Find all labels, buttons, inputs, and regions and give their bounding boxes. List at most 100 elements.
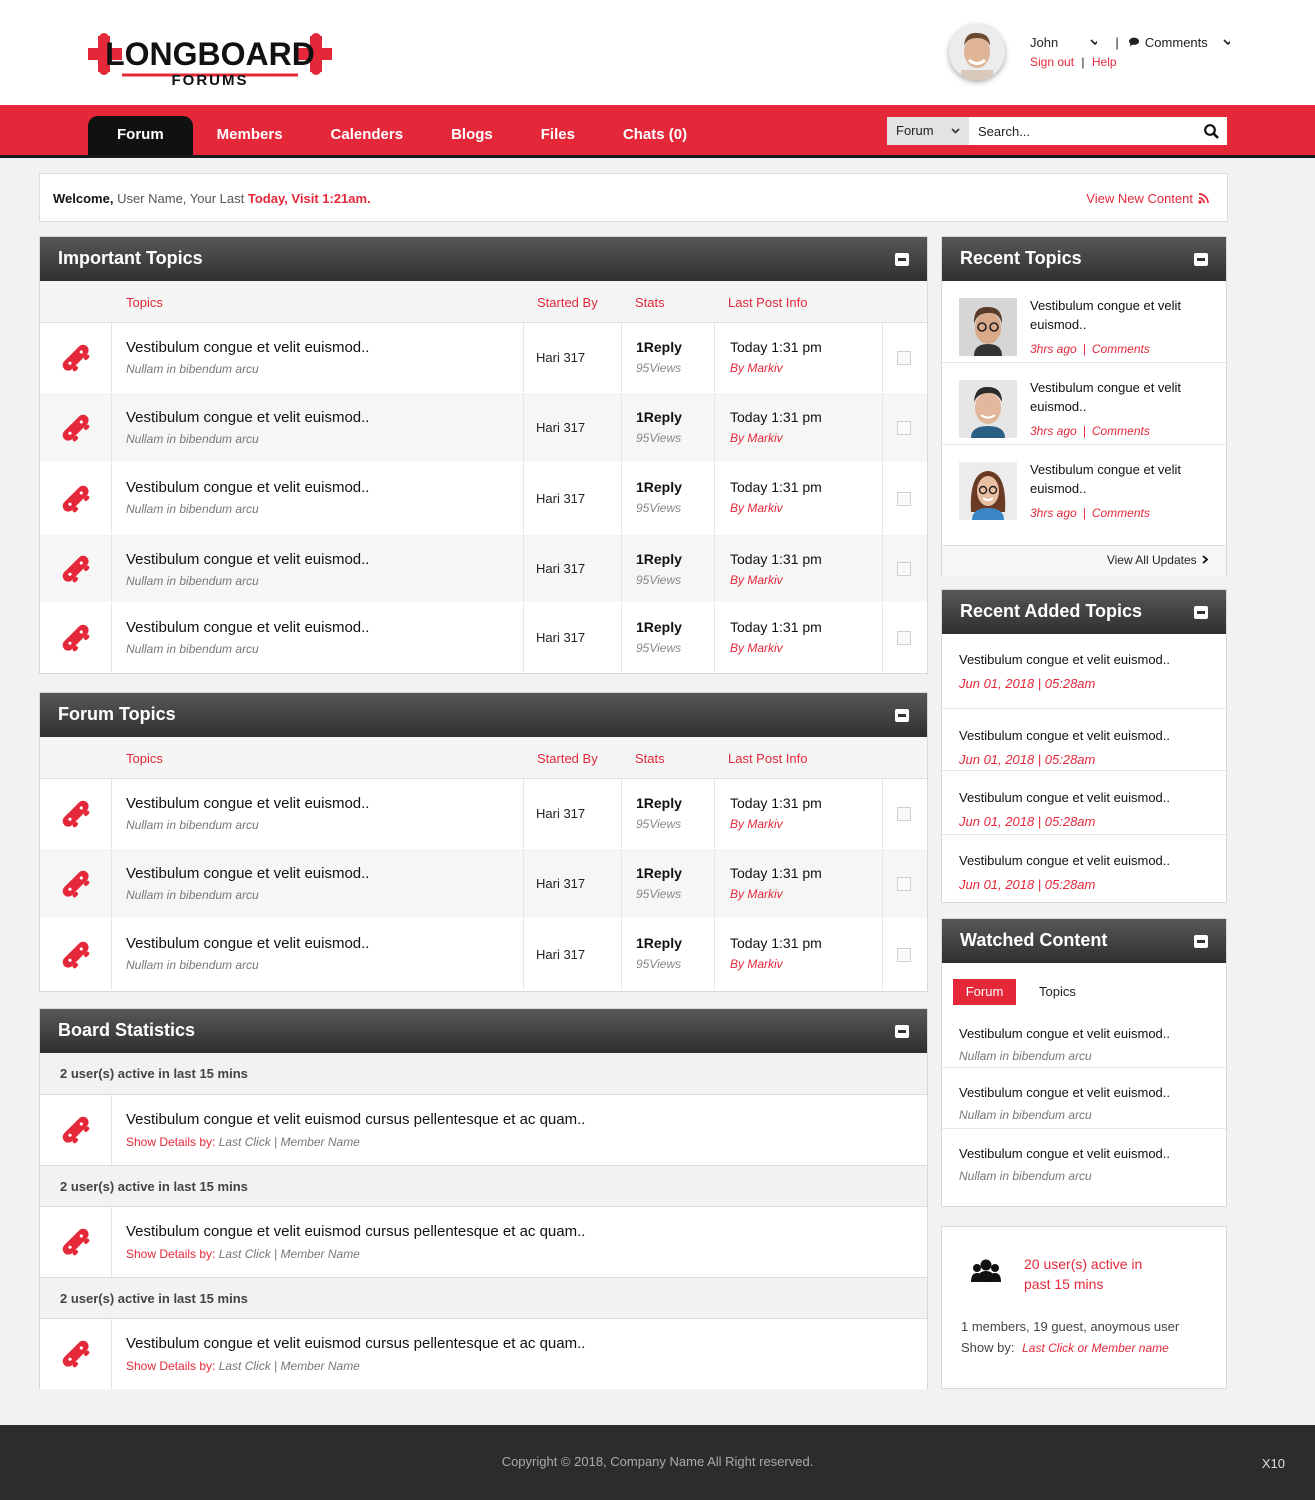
row-checkbox[interactable]	[897, 876, 911, 891]
collapse-icon[interactable]	[895, 709, 909, 722]
row-checkbox[interactable]	[897, 630, 911, 645]
row-checkbox[interactable]	[897, 806, 911, 821]
collapse-icon[interactable]	[895, 1025, 909, 1038]
collapse-icon[interactable]	[895, 253, 909, 266]
topic-title[interactable]: Vestibulum congue et velit euismod..	[126, 865, 369, 882]
list-item[interactable]: Vestibulum congue et velit euismod.. Null…	[942, 1068, 1226, 1129]
added-topic-title[interactable]: Vestibulum congue et velit euismod..	[959, 652, 1226, 667]
started-by-name[interactable]: Hari 317	[536, 876, 585, 891]
show-by-link[interactable]: Last Click or Member name	[1022, 1341, 1169, 1355]
topic-title[interactable]: Vestibulum congue et velit euismod..	[126, 339, 369, 356]
col-topics[interactable]: Topics	[126, 295, 163, 310]
nav-tab-files[interactable]: Files	[517, 116, 599, 155]
last-post-author[interactable]: By Markiv	[730, 957, 882, 971]
started-by-name[interactable]: Hari 317	[536, 630, 585, 645]
list-item[interactable]: Vestibulum congue et velit euismod.. Jun …	[942, 634, 1226, 709]
show-details-options[interactable]: Last Click | Member Name	[215, 1247, 360, 1261]
started-by-name[interactable]: Hari 317	[536, 806, 585, 821]
col-stats[interactable]: Stats	[635, 751, 665, 766]
site-logo[interactable]: LONGBOARD FORUMS	[86, 32, 334, 90]
table-row[interactable]: Vestibulum congue et velit euismod.. Null…	[40, 849, 927, 919]
started-by-name[interactable]: Hari 317	[536, 947, 585, 962]
collapse-icon[interactable]	[1194, 935, 1208, 948]
stat-title[interactable]: Vestibulum congue et velit euismod cursu…	[126, 1335, 585, 1352]
username-dropdown[interactable]: John	[1030, 35, 1058, 50]
topic-title[interactable]: Vestibulum congue et velit euismod..	[126, 935, 369, 952]
tab-forum[interactable]: Forum	[953, 979, 1016, 1005]
view-new-content-link[interactable]: View New Content	[1086, 191, 1209, 206]
tab-topics[interactable]: Topics	[1039, 979, 1076, 1005]
stat-title[interactable]: Vestibulum congue et velit euismod cursu…	[126, 1223, 585, 1240]
table-row[interactable]: Vestibulum congue et velit euismod.. Null…	[40, 463, 927, 535]
watched-title[interactable]: Vestibulum congue et velit euismod..	[959, 1085, 1226, 1100]
nav-tab-blogs[interactable]: Blogs	[427, 116, 517, 155]
topic-title[interactable]: Vestibulum congue et velit euismod..	[126, 619, 369, 636]
row-checkbox[interactable]	[897, 947, 911, 962]
comments-dropdown[interactable]: Comments	[1145, 35, 1208, 50]
last-post-author[interactable]: By Markiv	[730, 501, 882, 515]
watched-title[interactable]: Vestibulum congue et velit euismod..	[959, 1146, 1226, 1161]
row-checkbox[interactable]	[897, 420, 911, 435]
chevron-down-icon[interactable]	[1223, 39, 1230, 45]
user-avatar[interactable]	[949, 24, 1005, 80]
search-scope-select[interactable]: Forum	[887, 117, 969, 145]
search-input[interactable]	[969, 117, 1195, 145]
added-topic-title[interactable]: Vestibulum congue et velit euismod..	[959, 790, 1226, 805]
sign-out-link[interactable]: Sign out	[1030, 55, 1074, 69]
col-last-post[interactable]: Last Post Info	[728, 751, 808, 766]
comments-link[interactable]: Comments	[1092, 506, 1150, 520]
started-by-name[interactable]: Hari 317	[536, 491, 585, 506]
topic-title[interactable]: Vestibulum congue et velit euismod..	[126, 551, 369, 568]
table-row[interactable]: Vestibulum congue et velit euismod.. Null…	[40, 535, 927, 603]
last-post-author[interactable]: By Markiv	[730, 361, 882, 375]
row-checkbox[interactable]	[897, 350, 911, 365]
show-details-label[interactable]: Show Details by:	[126, 1359, 215, 1373]
avatar[interactable]	[959, 380, 1017, 438]
show-details-options[interactable]: Last Click | Member Name	[215, 1359, 360, 1373]
avatar[interactable]	[959, 298, 1017, 356]
help-link[interactable]: Help	[1092, 55, 1117, 69]
topic-title[interactable]: Vestibulum congue et velit euismod..	[126, 795, 369, 812]
list-item[interactable]: Vestibulum congue et velit euismod.. Jun …	[942, 771, 1226, 835]
row-checkbox[interactable]	[897, 491, 911, 506]
watched-title[interactable]: Vestibulum congue et velit euismod..	[959, 1026, 1226, 1041]
nav-tab-calenders[interactable]: Calenders	[307, 116, 428, 155]
collapse-icon[interactable]	[1194, 606, 1208, 619]
list-item[interactable]: Vestibulum congue et velit euismod.. 3hrs…	[942, 445, 1226, 527]
chevron-down-icon[interactable]	[1090, 39, 1098, 45]
list-item[interactable]: Vestibulum congue et velit euismod.. 3hrs…	[942, 281, 1226, 363]
started-by-name[interactable]: Hari 317	[536, 350, 585, 365]
avatar[interactable]	[959, 462, 1017, 520]
col-started-by[interactable]: Started By	[537, 751, 598, 766]
added-topic-title[interactable]: Vestibulum congue et velit euismod..	[959, 853, 1226, 868]
table-row[interactable]: Vestibulum congue et velit euismod.. Null…	[40, 779, 927, 849]
comments-link[interactable]: Comments	[1092, 342, 1150, 356]
last-post-author[interactable]: By Markiv	[730, 573, 882, 587]
row-checkbox[interactable]	[897, 561, 911, 576]
comments-link[interactable]: Comments	[1092, 424, 1150, 438]
topic-title[interactable]: Vestibulum congue et velit euismod..	[126, 479, 369, 496]
list-item[interactable]: Vestibulum congue et velit euismod.. 3hrs…	[942, 363, 1226, 445]
show-details-label[interactable]: Show Details by:	[126, 1247, 215, 1261]
recent-topic-title[interactable]: Vestibulum congue et velit euismod..	[1030, 378, 1200, 416]
search-button[interactable]	[1195, 117, 1227, 145]
nav-tab-chats[interactable]: Chats (0)	[599, 116, 711, 155]
last-post-author[interactable]: By Markiv	[730, 431, 882, 445]
stat-title[interactable]: Vestibulum congue et velit euismod cursu…	[126, 1111, 585, 1128]
added-topic-title[interactable]: Vestibulum congue et velit euismod..	[959, 728, 1226, 743]
table-row[interactable]: Vestibulum congue et velit euismod.. Null…	[40, 919, 927, 991]
list-item[interactable]: Vestibulum congue et velit euismod.. Null…	[942, 1007, 1226, 1068]
recent-topic-title[interactable]: Vestibulum congue et velit euismod..	[1030, 460, 1200, 498]
list-item[interactable]: Vestibulum congue et velit euismod.. Jun …	[942, 835, 1226, 904]
view-all-updates-link[interactable]: View All Updates	[942, 545, 1226, 575]
show-details-label[interactable]: Show Details by:	[126, 1135, 215, 1149]
col-last-post[interactable]: Last Post Info	[728, 295, 808, 310]
table-row[interactable]: Vestibulum congue et velit euismod.. Null…	[40, 393, 927, 463]
recent-topic-title[interactable]: Vestibulum congue et velit euismod..	[1030, 296, 1200, 334]
list-item[interactable]: Vestibulum congue et velit euismod.. Null…	[942, 1129, 1226, 1190]
show-details-options[interactable]: Last Click | Member Name	[215, 1135, 360, 1149]
last-post-author[interactable]: By Markiv	[730, 887, 882, 901]
last-post-author[interactable]: By Markiv	[730, 641, 882, 655]
started-by-name[interactable]: Hari 317	[536, 420, 585, 435]
collapse-icon[interactable]	[1194, 253, 1208, 266]
